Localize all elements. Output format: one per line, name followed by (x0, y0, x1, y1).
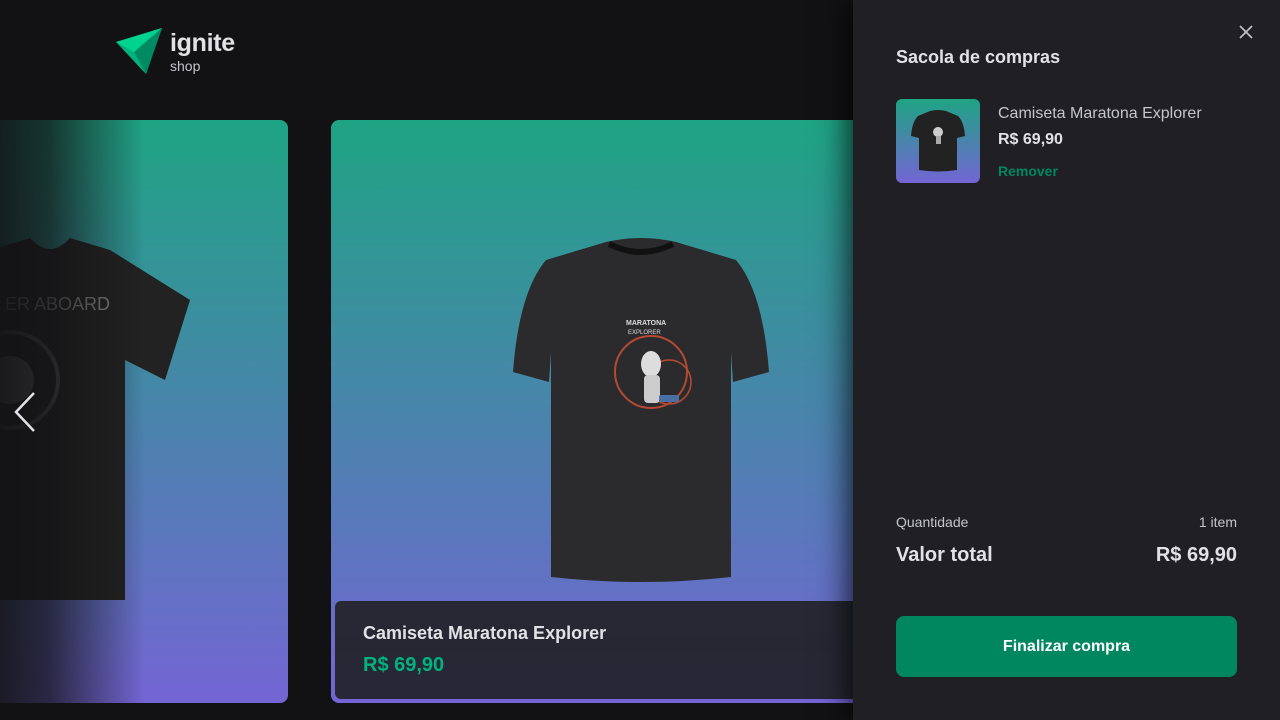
product-card[interactable]: MARATONA EXPLORER Camiseta Maratona Expl… (331, 120, 891, 703)
cart-item: Camiseta Maratona Explorer R$ 69,90 Remo… (896, 99, 1202, 183)
svg-text:MARATONA: MARATONA (626, 320, 666, 327)
tshirt-thumbnail-image (911, 110, 965, 172)
total-label: Valor total (896, 544, 993, 566)
cart-item-name: Camiseta Maratona Explorer (998, 105, 1202, 122)
svg-text:EXPLORER: EXPLORER (628, 330, 661, 336)
remove-item-button[interactable]: Remover (998, 163, 1058, 179)
cart-item-price: R$ 69,90 (998, 131, 1063, 148)
triangle-logo-icon (116, 28, 162, 74)
tshirt-image: MARATONA EXPLORER (513, 238, 769, 582)
product-name: Camiseta Maratona Explorer (363, 623, 607, 643)
close-icon (1239, 25, 1253, 39)
total-value: R$ 69,90 (1155, 544, 1237, 566)
quantity-value: 1 item (1198, 514, 1237, 530)
chevron-left-icon[interactable] (10, 390, 40, 434)
brand-title: ignite (170, 29, 235, 57)
cart-title: Sacola de compras (896, 47, 1061, 67)
brand-logo[interactable]: ignite shop (116, 28, 235, 76)
quantity-label: Quantidade (896, 514, 969, 530)
product-card-previous[interactable]: ER ABOARD (0, 120, 288, 703)
svg-text:ER ABOARD: ER ABOARD (5, 294, 110, 314)
cart-panel: Sacola de compras Camiseta Maratona Expl… (853, 0, 1280, 720)
cart-summary: Quantidade 1 item Valor total R$ 69,90 (896, 514, 1237, 567)
brand-subtitle: shop (170, 58, 201, 74)
product-info: Camiseta Maratona Explorer R$ 69,90 (335, 601, 887, 699)
product-price: R$ 69,90 (363, 654, 445, 676)
cart-item-thumbnail (896, 99, 980, 183)
checkout-button[interactable]: Finalizar compra (896, 616, 1237, 677)
close-button[interactable] (1236, 22, 1256, 42)
